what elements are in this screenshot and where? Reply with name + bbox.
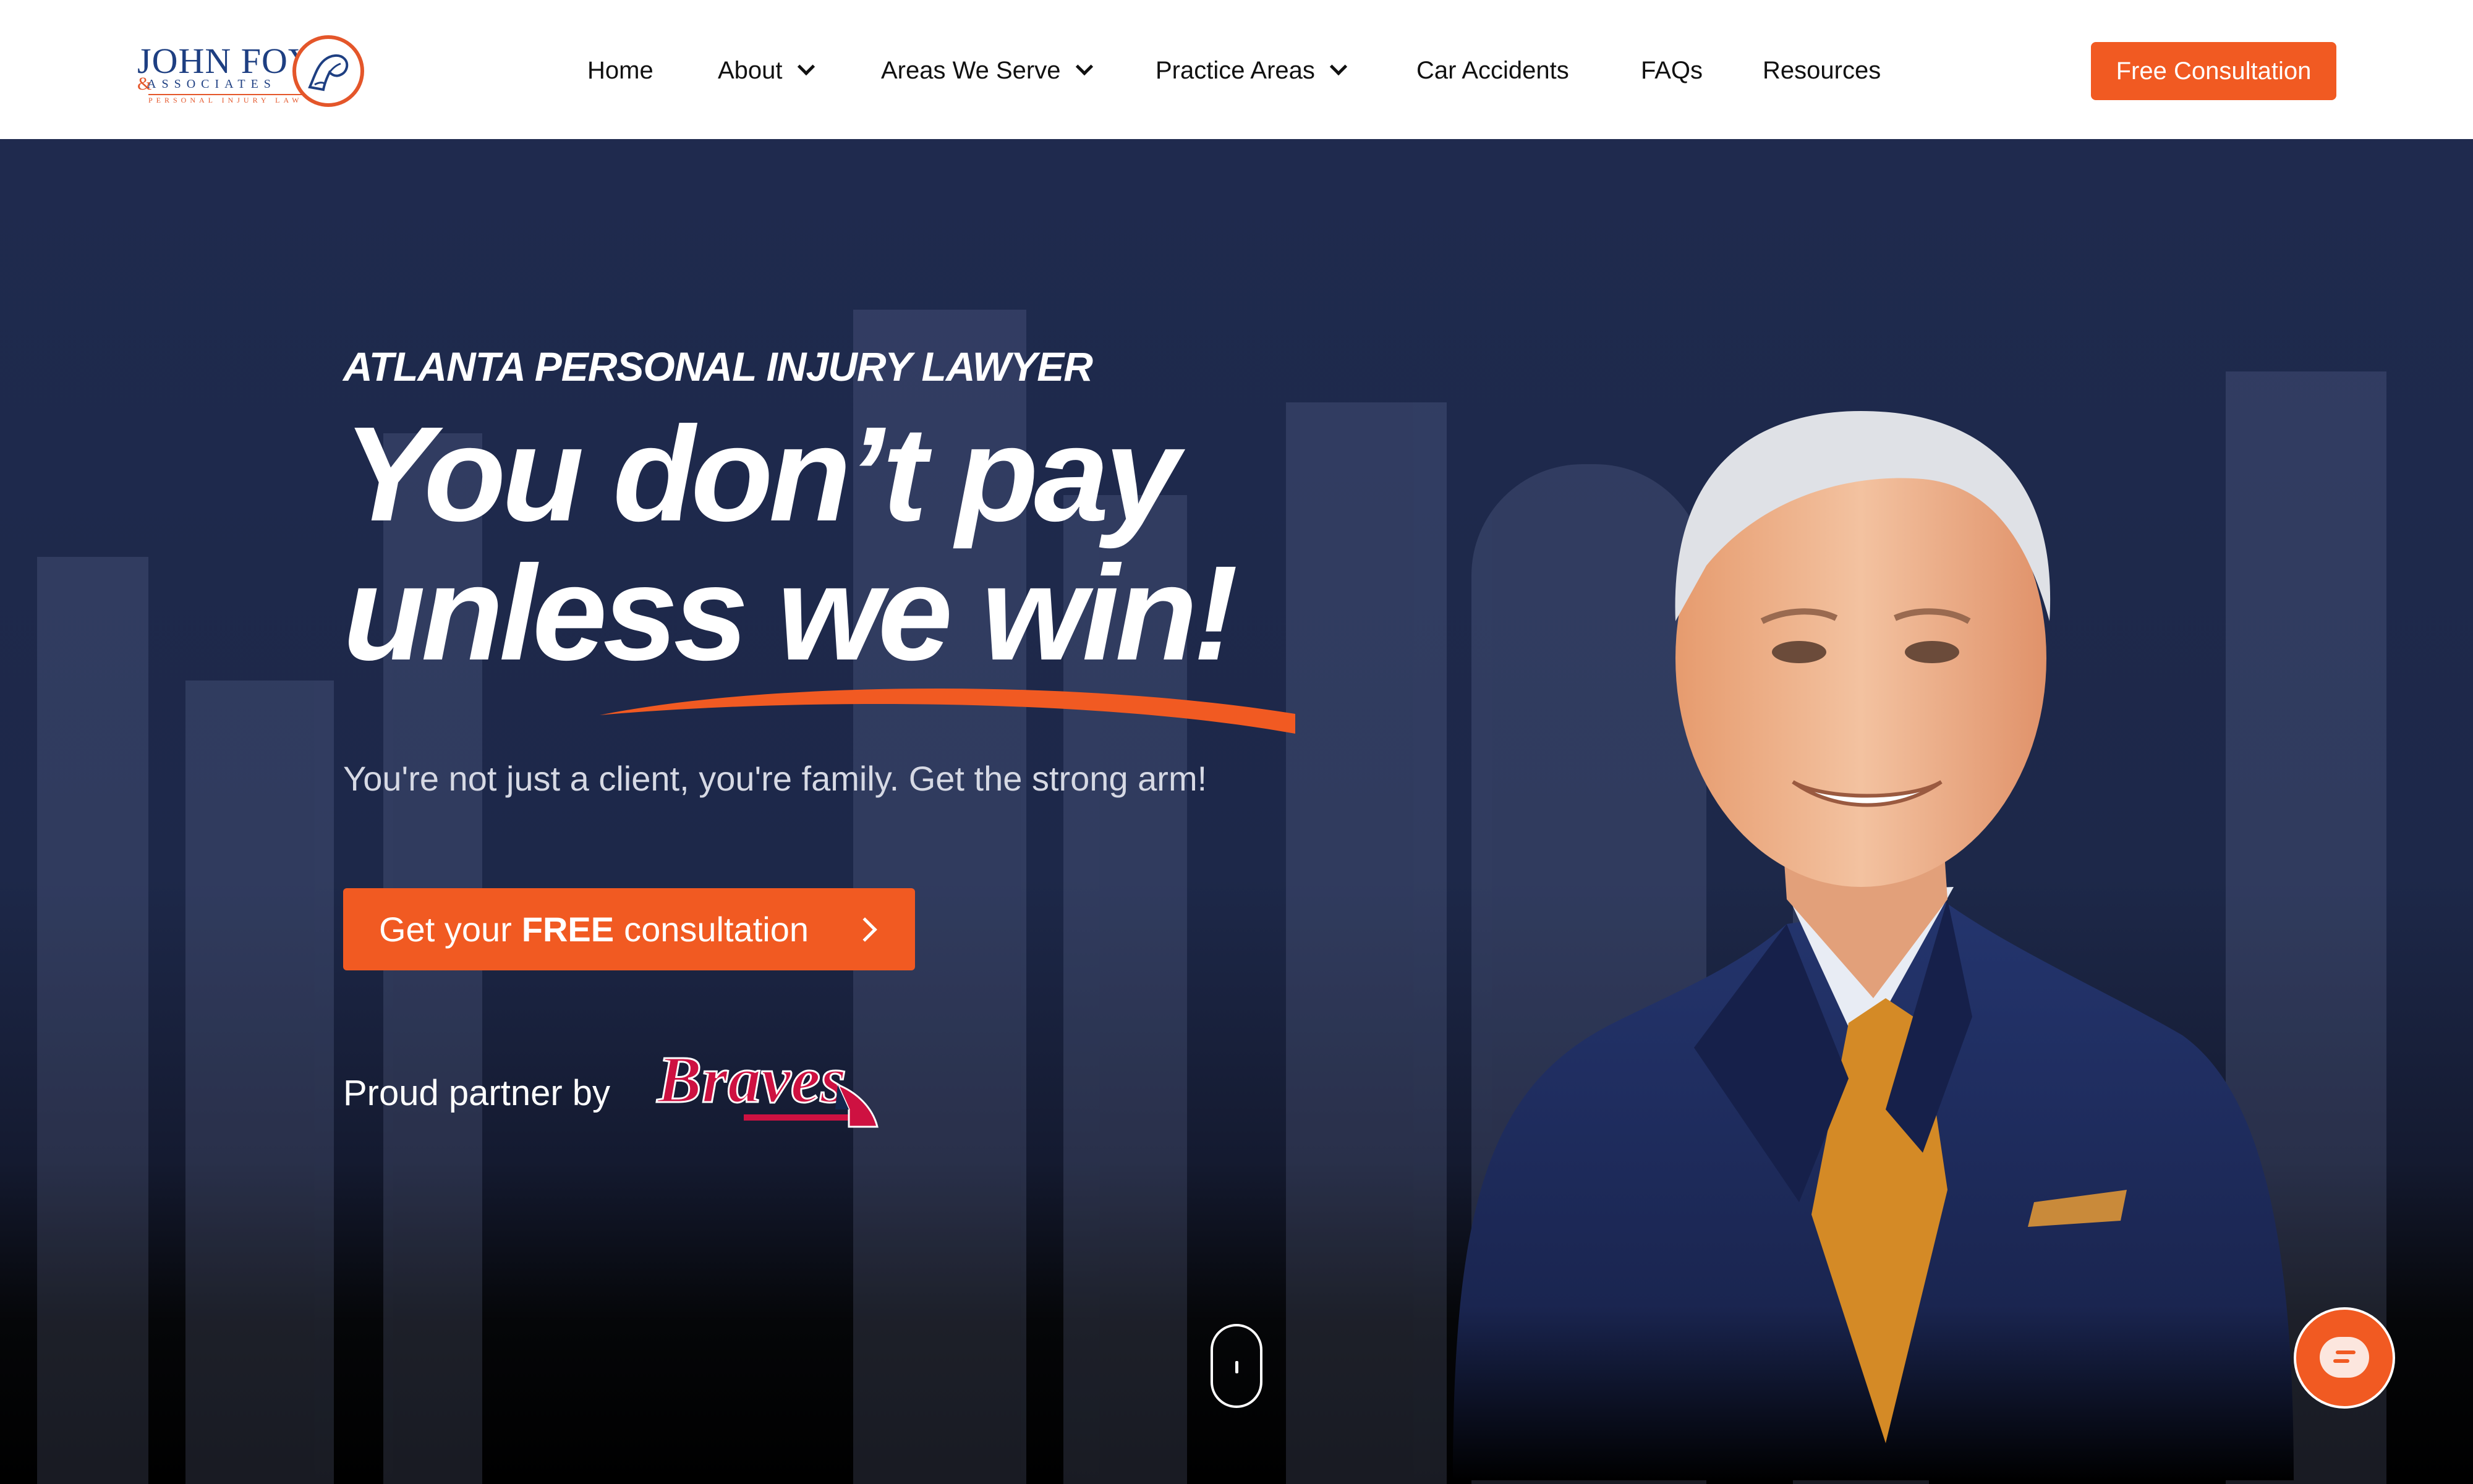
nav-about[interactable]: About — [718, 56, 815, 85]
logo-name: JOHN FOY — [137, 41, 315, 81]
hero-subhead: You're not just a client, you're family.… — [343, 759, 1207, 798]
partner-label: Proud partner by — [343, 1073, 611, 1113]
nav-faqs[interactable]: FAQs — [1641, 56, 1703, 85]
nav-home-label: Home — [587, 57, 653, 84]
nav-faqs-label: FAQs — [1641, 57, 1703, 84]
logo-tagline: PERSONAL INJURY LAW — [148, 94, 303, 105]
nav-car-accidents[interactable]: Car Accidents — [1416, 56, 1569, 85]
nav-about-label: About — [718, 57, 783, 84]
cta-pre-label: Get your — [379, 910, 512, 949]
free-consultation-button[interactable]: Free Consultation — [2091, 42, 2336, 100]
attorney-portrait — [1453, 411, 2294, 1480]
logo-strong-arm-icon — [292, 35, 364, 107]
chat-button[interactable] — [2294, 1307, 2395, 1409]
cta-post-label: consultation — [624, 910, 809, 949]
hero-kicker: ATLANTA PERSONAL INJURY LAWYER — [343, 344, 1093, 389]
chevron-down-icon — [1075, 57, 1093, 76]
braves-logo: Braves — [656, 1048, 879, 1128]
chevron-right-icon — [853, 917, 877, 942]
hero-headline-line2: unless we win! — [343, 538, 1238, 689]
nav-practice-areas-label: Practice Areas — [1156, 57, 1315, 84]
chevron-down-icon — [1329, 57, 1348, 76]
free-consultation-hero-button[interactable]: Get your FREE consultation — [343, 888, 915, 970]
nav-areas-we-serve-label: Areas We Serve — [881, 57, 1061, 84]
hero-headline-line1: You don’t pay — [343, 399, 1180, 549]
nav-areas-we-serve[interactable]: Areas We Serve — [881, 56, 1093, 85]
hero-section: ATLANTA PERSONAL INJURY LAWYER You don’t… — [0, 139, 2473, 1484]
nav-resources[interactable]: Resources — [1763, 56, 1881, 85]
nav-resources-label: Resources — [1763, 57, 1881, 84]
hero-headline: You don’t pay unless we win! — [343, 405, 1238, 683]
nav-car-accidents-label: Car Accidents — [1416, 57, 1569, 84]
site-header: JOHN FOY & ASSOCIATES PERSONAL INJURY LA… — [0, 0, 2473, 139]
nav-practice-areas[interactable]: Practice Areas — [1156, 56, 1348, 85]
chat-icon — [2320, 1337, 2369, 1378]
site-logo[interactable]: JOHN FOY & ASSOCIATES PERSONAL INJURY LA… — [135, 34, 367, 108]
headline-underline-swoosh — [600, 689, 1295, 734]
chevron-down-icon — [797, 57, 815, 76]
braves-logo-text: Braves — [657, 1048, 846, 1117]
scroll-wheel-dot — [1235, 1361, 1238, 1373]
chat-icon-line — [2333, 1359, 2349, 1363]
scroll-mouse-icon[interactable] — [1211, 1324, 1262, 1408]
nav-home[interactable]: Home — [587, 56, 653, 85]
logo-associates: ASSOCIATES — [147, 77, 276, 91]
cta-bold-label: FREE — [521, 910, 615, 949]
chat-icon-line — [2336, 1350, 2356, 1354]
